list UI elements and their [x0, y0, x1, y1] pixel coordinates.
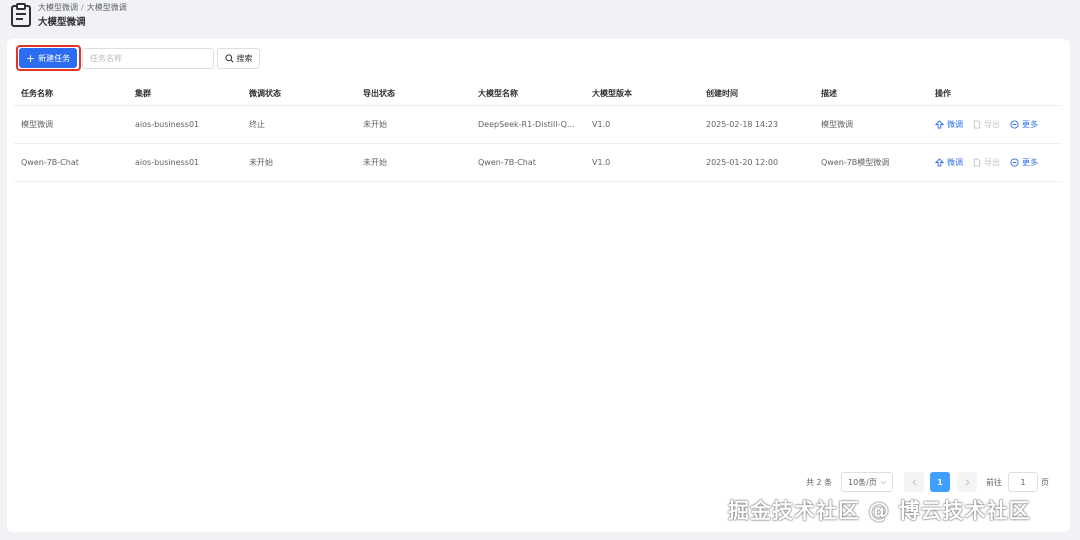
- finetune-action[interactable]: 微调: [935, 157, 963, 168]
- finetune-status-cell: 未开始: [242, 143, 356, 182]
- task-name-link[interactable]: Qwen-7B-Chat: [14, 143, 128, 182]
- column-header: 大模型名称: [471, 83, 585, 106]
- actions-cell: 微调 导出 更多: [928, 143, 1062, 182]
- cluster-cell: aios-business01: [128, 105, 242, 144]
- description-cell: 模型微调: [814, 105, 928, 144]
- breadcrumb-separator: /: [81, 3, 84, 12]
- model-version-cell: V1.0: [585, 143, 699, 182]
- table-row: 模型微调 aios-business01 终止 未开始 DeepSeek-R1-…: [14, 105, 1062, 144]
- goto-page-input[interactable]: [1008, 472, 1038, 492]
- page-number-active[interactable]: 1: [930, 472, 950, 492]
- breadcrumb-item-current: 大模型微调: [86, 3, 127, 12]
- column-header: 微调状态: [242, 83, 356, 106]
- more-action-label: 更多: [1022, 119, 1038, 129]
- search-button-label: 搜索: [236, 54, 253, 63]
- total-count: 共 2 条: [806, 478, 833, 487]
- export-action[interactable]: 导出: [973, 119, 1000, 130]
- new-task-label: 新建任务: [38, 53, 71, 63]
- prev-page-button[interactable]: [904, 472, 924, 492]
- new-task-button[interactable]: + 新建任务: [19, 48, 77, 68]
- export-action-label: 导出: [984, 119, 1000, 129]
- pagination: 共 2 条 10条/页 1 前往 页: [7, 471, 1070, 493]
- chevron-left-icon: [912, 479, 916, 485]
- export-action-label: 导出: [984, 157, 1000, 167]
- column-header: 集群: [128, 83, 242, 106]
- more-action-label: 更多: [1022, 157, 1038, 167]
- created-at-cell: 2025-02-18 14:23: [699, 105, 814, 144]
- upload-icon: [935, 119, 944, 129]
- actions-cell: 微调 导出 更多: [928, 105, 1062, 144]
- breadcrumb-item[interactable]: 大模型微调: [38, 3, 78, 12]
- column-header: 大模型版本: [585, 83, 699, 106]
- main-card: + 新建任务 搜索 任务名称 集群 微调状态 导出状态 大模型名称 大模型版本 …: [7, 39, 1070, 532]
- page-size-select[interactable]: 10条/页: [841, 472, 893, 492]
- page-unit-label: 页: [1041, 478, 1049, 487]
- chevron-right-icon: [965, 479, 969, 485]
- page-size-value: 10条/页: [848, 477, 877, 487]
- upload-icon: [935, 157, 944, 167]
- task-name-link[interactable]: 模型微调: [14, 105, 128, 144]
- more-circle-icon: [1010, 157, 1019, 167]
- column-header: 任务名称: [14, 83, 128, 106]
- clipboard-icon: [10, 3, 32, 27]
- more-action[interactable]: 更多: [1010, 157, 1038, 168]
- table-header-row: 任务名称 集群 微调状态 导出状态 大模型名称 大模型版本 创建时间 描述 操作: [14, 83, 1062, 106]
- search-button[interactable]: 搜索: [217, 48, 260, 69]
- column-header: 创建时间: [699, 83, 814, 106]
- cluster-cell: aios-business01: [128, 143, 242, 182]
- finetune-action-label: 微调: [947, 157, 963, 167]
- page-header: 大模型微调 / 大模型微调 大模型微调: [0, 0, 1080, 32]
- table-row: Qwen-7B-Chat aios-business01 未开始 未开始 Qwe…: [14, 143, 1062, 182]
- finetune-action-label: 微调: [947, 119, 963, 129]
- plus-icon: +: [25, 51, 36, 65]
- column-header: 导出状态: [356, 83, 471, 106]
- export-status-cell: 未开始: [356, 105, 471, 144]
- watermark: 掘金技术社区 @ 博云技术社区: [728, 499, 1031, 523]
- model-name-cell: Qwen-7B-Chat: [471, 143, 585, 182]
- finetune-status-cell: 终止: [242, 105, 356, 144]
- chevron-down-icon: [880, 480, 887, 485]
- more-circle-icon: [1010, 119, 1019, 129]
- created-at-cell: 2025-01-20 12:00: [699, 143, 814, 182]
- task-name-search-input[interactable]: [82, 48, 214, 69]
- column-header: 操作: [928, 83, 1062, 106]
- page-title: 大模型微调: [38, 17, 86, 28]
- more-action[interactable]: 更多: [1010, 119, 1038, 130]
- export-action[interactable]: 导出: [973, 157, 1000, 168]
- goto-label: 前往: [986, 478, 1002, 487]
- breadcrumb: 大模型微调 / 大模型微调: [38, 2, 127, 13]
- document-icon: [973, 157, 981, 167]
- task-table: 任务名称 集群 微调状态 导出状态 大模型名称 大模型版本 创建时间 描述 操作…: [14, 83, 1062, 182]
- description-cell: Qwen-7B模型微调: [814, 143, 928, 182]
- document-icon: [973, 119, 981, 129]
- finetune-action[interactable]: 微调: [935, 119, 963, 130]
- search-icon: [224, 54, 234, 63]
- export-status-cell: 未开始: [356, 143, 471, 182]
- next-page-button[interactable]: [957, 472, 977, 492]
- model-version-cell: V1.0: [585, 105, 699, 144]
- model-name-cell: DeepSeek-R1-Distill-Qwen...: [471, 105, 585, 144]
- column-header: 描述: [814, 83, 928, 106]
